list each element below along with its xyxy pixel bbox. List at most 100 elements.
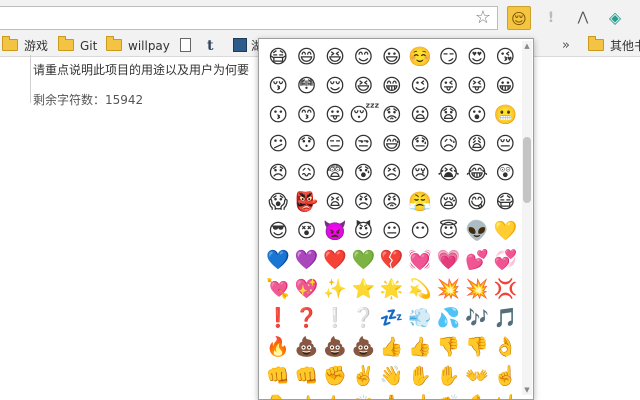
emoji-button[interactable]: 😁 bbox=[378, 72, 406, 101]
emoji-button[interactable]: ✊ bbox=[321, 362, 349, 391]
emoji-button[interactable]: 👍 bbox=[378, 333, 406, 362]
emoji-button[interactable]: ✌️ bbox=[349, 362, 377, 391]
emoji-button[interactable]: 💩 bbox=[292, 333, 320, 362]
emoji-button[interactable]: ☝️ bbox=[491, 362, 519, 391]
emoji-button[interactable]: 😃 bbox=[378, 43, 406, 72]
bookmark-star-icon[interactable]: ☆ bbox=[473, 8, 493, 28]
emoji-button[interactable]: 😍 bbox=[463, 43, 491, 72]
emoji-button[interactable]: ❗ bbox=[264, 304, 292, 333]
emoji-button[interactable]: 💥 bbox=[463, 275, 491, 304]
emoji-extension-button[interactable]: 😌 bbox=[507, 6, 531, 30]
emoji-button[interactable]: ❓ bbox=[292, 304, 320, 333]
emoji-button[interactable]: 💔 bbox=[378, 246, 406, 275]
emoji-button[interactable]: 😒 bbox=[349, 130, 377, 159]
emoji-button[interactable]: 👎 bbox=[463, 333, 491, 362]
emoji-button[interactable]: 💩 bbox=[321, 333, 349, 362]
emoji-button[interactable]: ❔ bbox=[349, 304, 377, 333]
emoji-button[interactable]: 😏 bbox=[434, 43, 462, 72]
emoji-button[interactable]: 🌟 bbox=[378, 275, 406, 304]
bookmark-page[interactable] bbox=[180, 36, 191, 56]
emoji-button[interactable]: 😥 bbox=[434, 130, 462, 159]
warning-extension-button[interactable]: ! bbox=[539, 6, 563, 30]
emoji-button[interactable]: 💚 bbox=[349, 246, 377, 275]
bookmark-folder-games[interactable]: 游戏 bbox=[2, 36, 48, 56]
emoji-button[interactable]: ❕ bbox=[321, 304, 349, 333]
emoji-button[interactable]: 😚 bbox=[264, 72, 292, 101]
emoji-button[interactable]: 🎵 bbox=[491, 304, 519, 333]
address-bar[interactable]: ☆ bbox=[0, 6, 498, 30]
emoji-button[interactable]: 😤 bbox=[406, 188, 434, 217]
emoji-button[interactable]: 👋 bbox=[378, 362, 406, 391]
emoji-button[interactable]: 😨 bbox=[321, 159, 349, 188]
emoji-button[interactable]: 😟 bbox=[378, 101, 406, 130]
emoji-button[interactable]: 💙 bbox=[264, 246, 292, 275]
emoji-button[interactable]: 😝 bbox=[463, 72, 491, 101]
emoji-button[interactable]: 💦 bbox=[434, 304, 462, 333]
emoji-button[interactable]: 😲 bbox=[491, 159, 519, 188]
emoji-button[interactable]: 🙌 bbox=[349, 391, 377, 399]
emoji-button[interactable]: 💥 bbox=[434, 275, 462, 304]
emoji-button[interactable]: ✨ bbox=[321, 275, 349, 304]
bookmark-folder-git[interactable]: Git bbox=[58, 36, 97, 56]
emoji-button[interactable]: 😑 bbox=[321, 130, 349, 159]
emoji-button[interactable]: 😊 bbox=[349, 43, 377, 72]
emoji-button[interactable]: 😗 bbox=[264, 101, 292, 130]
emoji-button[interactable]: 😆 bbox=[321, 43, 349, 72]
emoji-button[interactable]: 👏 bbox=[434, 391, 462, 399]
emoji-button[interactable]: 💗 bbox=[434, 246, 462, 275]
emoji-button[interactable]: 😄 bbox=[292, 43, 320, 72]
emoji-button[interactable]: 😔 bbox=[491, 130, 519, 159]
emoji-button[interactable]: 👿 bbox=[321, 217, 349, 246]
emoji-button[interactable]: 😌 bbox=[321, 72, 349, 101]
bookmarks-overflow-icon[interactable]: » bbox=[562, 36, 570, 56]
emoji-button[interactable]: 💖 bbox=[292, 275, 320, 304]
emoji-button[interactable]: 😜 bbox=[434, 72, 462, 101]
emoji-button[interactable]: 🤘 bbox=[491, 391, 519, 399]
emoji-button[interactable]: 😀 bbox=[491, 72, 519, 101]
emoji-button[interactable]: ☺️ bbox=[406, 43, 434, 72]
emoji-button[interactable]: 😐 bbox=[378, 217, 406, 246]
bookmark-folder-other[interactable]: 其他书 bbox=[588, 36, 640, 56]
emoji-button[interactable]: 😛 bbox=[321, 101, 349, 130]
emoji-button[interactable]: 😧 bbox=[434, 101, 462, 130]
emoji-button[interactable]: 😢 bbox=[406, 159, 434, 188]
emoji-button[interactable]: 👈 bbox=[292, 391, 320, 399]
emoji-button[interactable]: 💨 bbox=[406, 304, 434, 333]
emoji-button[interactable]: ❤️ bbox=[321, 246, 349, 275]
emoji-button[interactable]: 👇 bbox=[264, 391, 292, 399]
scroll-down-icon[interactable]: ▼ bbox=[522, 385, 532, 395]
emoji-button[interactable]: 💘 bbox=[264, 275, 292, 304]
emoji-button[interactable]: 😕 bbox=[264, 130, 292, 159]
emoji-button[interactable]: 😉 bbox=[406, 72, 434, 101]
emoji-button[interactable]: 😆 bbox=[349, 72, 377, 101]
emoji-button[interactable]: ✋ bbox=[406, 362, 434, 391]
emoji-button[interactable]: 😯 bbox=[292, 130, 320, 159]
emoji-button[interactable]: 😈 bbox=[349, 217, 377, 246]
emoji-button[interactable]: 😷 bbox=[264, 43, 292, 72]
emoji-button[interactable]: 🙏 bbox=[378, 391, 406, 399]
emoji-button[interactable]: 💞 bbox=[491, 246, 519, 275]
emoji-button[interactable]: 😫 bbox=[321, 188, 349, 217]
emoji-button[interactable]: 💕 bbox=[463, 246, 491, 275]
emoji-button[interactable]: 💫 bbox=[406, 275, 434, 304]
popup-scrollbar[interactable]: ▲ ▼ bbox=[522, 41, 532, 395]
bookmark-tumblr[interactable]: t bbox=[207, 36, 213, 56]
emoji-button[interactable]: 👐 bbox=[463, 362, 491, 391]
bookmark-folder-willpay[interactable]: willpay bbox=[106, 36, 170, 56]
emoji-button[interactable]: 😦 bbox=[406, 101, 434, 130]
emoji-button[interactable]: 😷 bbox=[491, 188, 519, 217]
emoji-button[interactable]: 👉 bbox=[321, 391, 349, 399]
emoji-button[interactable]: 👌 bbox=[491, 333, 519, 362]
emoji-button[interactable]: 😬 bbox=[491, 101, 519, 130]
emoji-button[interactable]: 😓 bbox=[406, 130, 434, 159]
emoji-button[interactable]: 😱 bbox=[264, 188, 292, 217]
emoji-button[interactable]: 😶 bbox=[406, 217, 434, 246]
emoji-button[interactable]: 😴 bbox=[349, 101, 379, 130]
emoji-button[interactable]: 💓 bbox=[406, 246, 434, 275]
emoji-button[interactable]: ☝️ bbox=[406, 391, 434, 399]
scroll-up-icon[interactable]: ▲ bbox=[522, 41, 532, 51]
network-extension-button[interactable]: ⋀ bbox=[571, 6, 595, 30]
emoji-button[interactable]: 💛 bbox=[491, 217, 519, 246]
diamond-extension-button[interactable]: ◈ bbox=[603, 6, 627, 30]
emoji-button[interactable]: 😰 bbox=[349, 159, 377, 188]
